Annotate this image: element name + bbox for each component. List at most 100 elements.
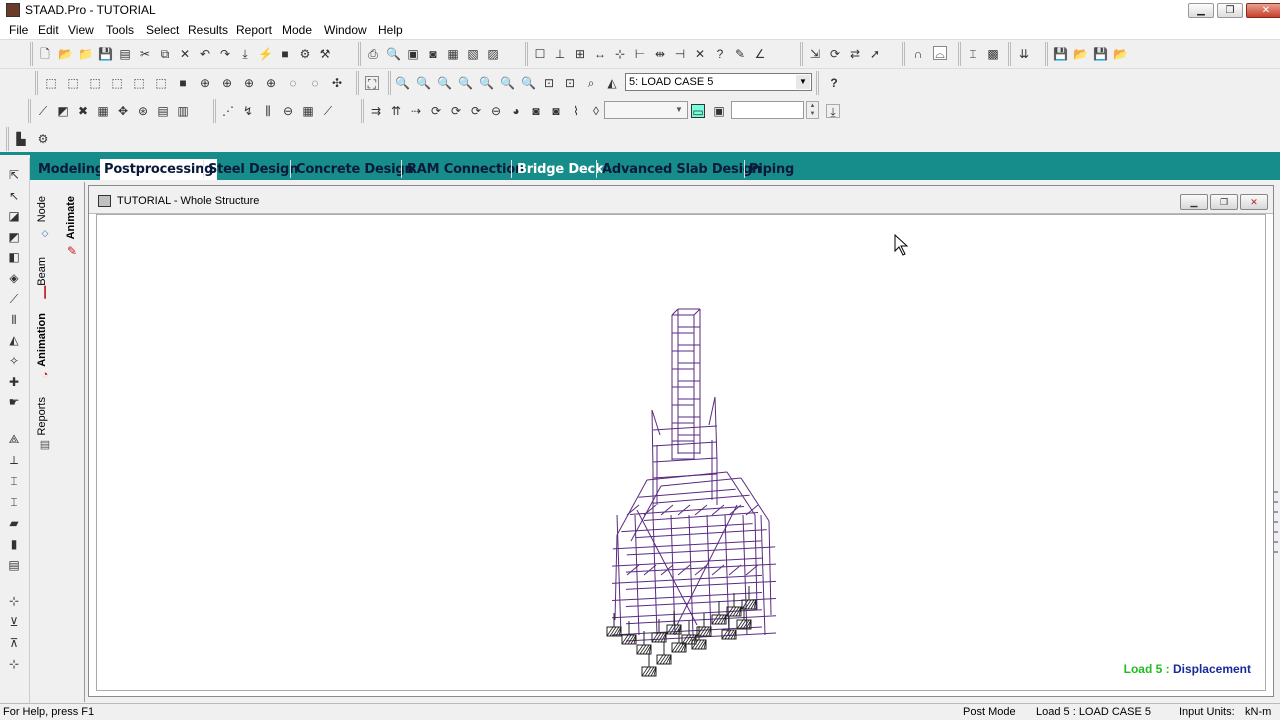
save-all-icon[interactable]: 💾 xyxy=(1093,47,1108,61)
material-icon[interactable]: ▩ xyxy=(986,47,1000,61)
save-view-icon[interactable]: 💾 xyxy=(1053,47,1068,61)
plate-select-icon[interactable]: ◩ xyxy=(7,230,21,244)
structure-wizard-icon[interactable]: ⚙ xyxy=(298,47,312,61)
menu-tools[interactable]: Tools xyxy=(106,23,134,37)
view-settings-icon[interactable]: ⚙ xyxy=(36,132,50,146)
solids-cursor-icon[interactable]: ⬚ xyxy=(132,76,146,90)
beam-label-icon[interactable]: ⟋ xyxy=(36,104,50,118)
child-minimize-button[interactable]: ▁ xyxy=(1180,194,1208,210)
help-icon[interactable]: ? xyxy=(827,76,841,90)
maximize-button[interactable]: ❐ xyxy=(1217,3,1243,18)
arrow-icon[interactable]: ➚ xyxy=(868,47,882,61)
export-image-icon[interactable]: ▣ xyxy=(406,47,420,61)
select-pointer-icon[interactable]: ⇱ xyxy=(7,168,21,182)
span-icon[interactable]: ⇹ xyxy=(653,47,667,61)
zoom-window-icon[interactable]: 🔍 xyxy=(395,76,410,90)
line-select-icon[interactable]: ⟋ xyxy=(7,292,21,306)
pencil-icon[interactable]: ✎ xyxy=(733,47,747,61)
zoom-in-2-icon[interactable]: 🔍 xyxy=(437,76,452,90)
hammer-icon[interactable]: ⚒ xyxy=(318,47,332,61)
node-label-icon[interactable]: ◩ xyxy=(56,104,70,118)
zoom-in-icon[interactable]: 🔍 xyxy=(416,76,431,90)
report-setup-icon[interactable]: ▨ xyxy=(486,47,500,61)
tab-postprocessing[interactable]: Postprocessing xyxy=(100,159,218,180)
select-cursor-icon[interactable]: ↖ xyxy=(7,189,21,203)
print-preview-icon[interactable]: ▤ xyxy=(118,47,132,61)
node-icon[interactable]: ⊹ xyxy=(613,47,627,61)
close-button[interactable]: ✕ xyxy=(1246,3,1280,18)
rotate-y-icon[interactable]: ◌ xyxy=(308,76,322,90)
chevron-down-icon[interactable]: ▼ xyxy=(672,103,686,117)
monitor-icon[interactable]: ▭ xyxy=(691,104,705,119)
grid-label-icon[interactable]: ▦ xyxy=(96,104,110,118)
spring-view-icon[interactable]: ⊼ xyxy=(7,636,21,650)
value-input[interactable] xyxy=(731,101,804,119)
zoom-display-icon[interactable]: ⊡ xyxy=(542,76,556,90)
tab-advanced-slab-design[interactable]: Advanced Slab Design xyxy=(602,162,761,177)
mirror-icon[interactable]: ⇄ xyxy=(848,47,862,61)
node-cursor-icon[interactable]: ⊕ xyxy=(198,76,212,90)
hand-icon[interactable]: ☛ xyxy=(7,395,21,409)
rotate-x-icon[interactable]: ◌ xyxy=(286,76,300,90)
member-label-icon[interactable]: ✥ xyxy=(116,104,130,118)
delete-icon[interactable]: ✕ xyxy=(178,47,192,61)
zoom-extents-icon[interactable]: ⛶ xyxy=(365,76,379,91)
plates-cursor-icon[interactable]: ⬚ xyxy=(88,76,102,90)
side-tab-animation[interactable]: Animation xyxy=(36,313,48,367)
i-beam-icon[interactable]: ⌶ xyxy=(966,47,980,61)
open-view-icon[interactable]: 📂 xyxy=(1073,47,1088,61)
node-cursor-4-icon[interactable]: ⊕ xyxy=(264,76,278,90)
fill-icon[interactable]: ◭ xyxy=(605,76,619,90)
menu-results[interactable]: Results xyxy=(188,23,228,37)
solid-block-icon[interactable]: ■ xyxy=(176,76,190,90)
globe-icon[interactable]: ⊛ xyxy=(136,104,150,118)
beam-icon[interactable]: ⊢ xyxy=(633,47,647,61)
structure-model[interactable] xyxy=(97,215,1265,690)
sub-tab-animate[interactable]: Animate xyxy=(65,196,77,239)
report-icon[interactable]: ▦ xyxy=(446,47,460,61)
fill-select-icon[interactable]: ◭ xyxy=(7,333,21,347)
fz-icon[interactable]: ⇢ xyxy=(409,104,423,118)
undo-icon[interactable]: ↶ xyxy=(198,47,212,61)
side-tab-beam[interactable]: Beam xyxy=(36,257,48,286)
load-view-icon[interactable]: ⟁ xyxy=(7,432,21,446)
surfaces-cursor-icon[interactable]: ⬚ xyxy=(110,76,124,90)
results-table-icon[interactable]: ▥ xyxy=(176,104,190,118)
zoom-pan-icon[interactable]: 🔍 xyxy=(521,76,536,90)
group-select-icon[interactable]: ✧ xyxy=(7,354,21,368)
new-file-icon[interactable]: 🗋 xyxy=(38,47,52,61)
page-icon[interactable]: ☐ xyxy=(533,47,547,61)
menu-window[interactable]: Window xyxy=(324,23,367,37)
contour-icon[interactable]: ⟋ xyxy=(321,104,335,118)
release-view-icon[interactable]: ⊹ xyxy=(7,657,21,671)
open-folder-icon[interactable]: 📁 xyxy=(78,47,93,61)
query-icon[interactable]: ? xyxy=(713,47,727,61)
tab-ram-connection[interactable]: RAM Connection xyxy=(407,162,524,177)
load-arrow-icon[interactable]: ⇊ xyxy=(1017,47,1031,61)
calculator-icon[interactable]: ▣ xyxy=(712,104,726,118)
picture-album-icon[interactable]: ▧ xyxy=(466,47,480,61)
surface-select-icon[interactable]: ◈ xyxy=(7,271,21,285)
shear-icon[interactable]: ⊖ xyxy=(281,104,295,118)
side-tab-node[interactable]: Node xyxy=(36,196,48,222)
tab-concrete-design[interactable]: Concrete Design xyxy=(296,162,414,177)
menu-help[interactable]: Help xyxy=(378,23,403,37)
parallel-select-icon[interactable]: ⫴ xyxy=(7,313,21,327)
menu-edit[interactable]: Edit xyxy=(38,23,59,37)
support-icon[interactable]: ⊥ xyxy=(553,47,567,61)
cut-icon[interactable]: ✂ xyxy=(138,47,152,61)
my-icon[interactable]: ⟳ xyxy=(449,104,463,118)
tab-modeling[interactable]: Modeling xyxy=(38,162,104,177)
support-view-icon[interactable]: ⊻ xyxy=(7,615,21,629)
open-all-icon[interactable]: 📂 xyxy=(1113,47,1128,61)
table-icon[interactable]: ▤ xyxy=(156,104,170,118)
minimize-button[interactable]: ▁ xyxy=(1188,3,1214,18)
translate-icon[interactable]: ⇲ xyxy=(808,47,822,61)
member-view-icon[interactable]: ⌶ xyxy=(7,474,21,488)
animation-icon[interactable]: ⌇ xyxy=(569,104,583,118)
view-page-icon[interactable]: ▙ xyxy=(14,132,28,146)
print-preview-page-icon[interactable]: 🔍 xyxy=(386,47,401,61)
zoom-fit-icon[interactable]: ⊡ xyxy=(563,76,577,90)
section-icon[interactable]: ⌓ xyxy=(933,46,947,61)
tab-piping[interactable]: Piping xyxy=(749,162,794,177)
